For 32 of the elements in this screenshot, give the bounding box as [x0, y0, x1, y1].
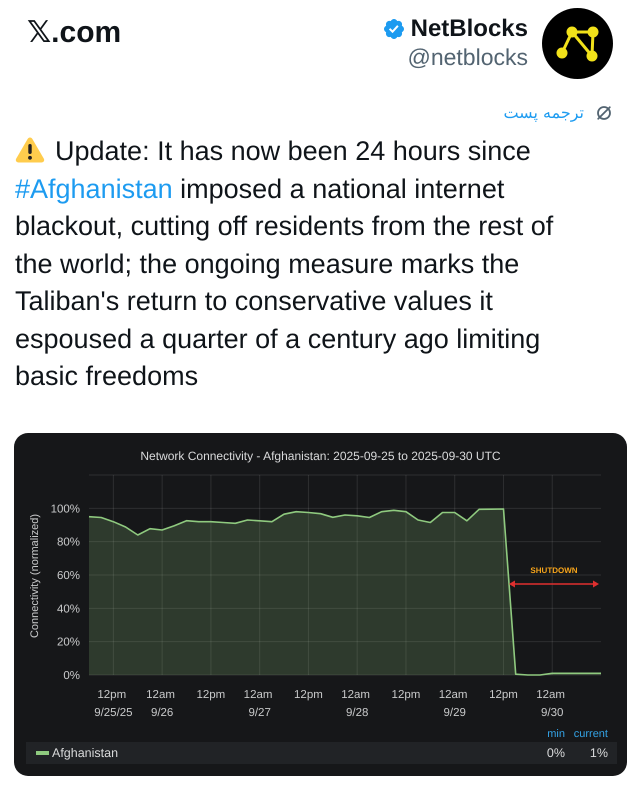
- y-tick-label: 100%: [50, 502, 80, 515]
- y-tick-label: 20%: [56, 636, 80, 648]
- x-tick-label: 12pm: [392, 688, 420, 700]
- x-tick-label: 12am 9/29: [438, 688, 468, 718]
- legend-row[interactable]: Afghanistan 0% 1%: [26, 742, 617, 764]
- y-tick-label: 80%: [56, 536, 80, 548]
- legend-value: 0%: [546, 746, 565, 760]
- chart-title: Network Connectivity - Afghanistan: 2025-09-25 to 2025-09-30 UTC: [140, 448, 501, 464]
- post-text: Update: It has now been 24 hours since #Afghanistan imposed a national internet blackout, cutting off residents from the rest of the world; the ongoing measure marks the Taliban's return to conservative values it espoused a quarter of a century ago limiting basic freedoms: [15, 135, 554, 393]
- x-tick-label: 12am 9/28: [341, 688, 370, 718]
- x-tick-label: 12pm: [196, 688, 226, 700]
- y-axis-title: Connectivity (normalized): [28, 513, 41, 638]
- x-tick-label: 12am 9/26: [146, 688, 175, 718]
- series-name: Afghanistan: [52, 746, 118, 760]
- annotation-label: SHUTDOWN: [530, 566, 578, 574]
- x-tick-label: 12am 9/30: [536, 688, 566, 718]
- x-tick-label: 12am 9/27: [244, 688, 272, 718]
- y-tick-label: 0%: [63, 670, 80, 682]
- legend-header[interactable]: current: [574, 728, 608, 740]
- y-tick-label: 40%: [56, 602, 80, 615]
- author-name[interactable]: NetBlocks: [410, 15, 528, 43]
- x-tick-label: 12pm: [489, 688, 518, 700]
- x-tick-label: 12pm: [294, 688, 323, 700]
- legend-header[interactable]: min: [547, 728, 565, 740]
- slashed-circle-icon: [596, 105, 612, 121]
- network-logo-icon[interactable]: [542, 8, 613, 79]
- legend-value: 1%: [590, 746, 608, 760]
- warning-icon: [15, 136, 45, 163]
- site-name: 𝕏.com: [27, 18, 122, 48]
- x-tick-label: 12pm 9/25/25: [94, 688, 133, 718]
- y-tick-label: 60%: [56, 570, 80, 582]
- author-handle[interactable]: @netblocks: [407, 43, 528, 71]
